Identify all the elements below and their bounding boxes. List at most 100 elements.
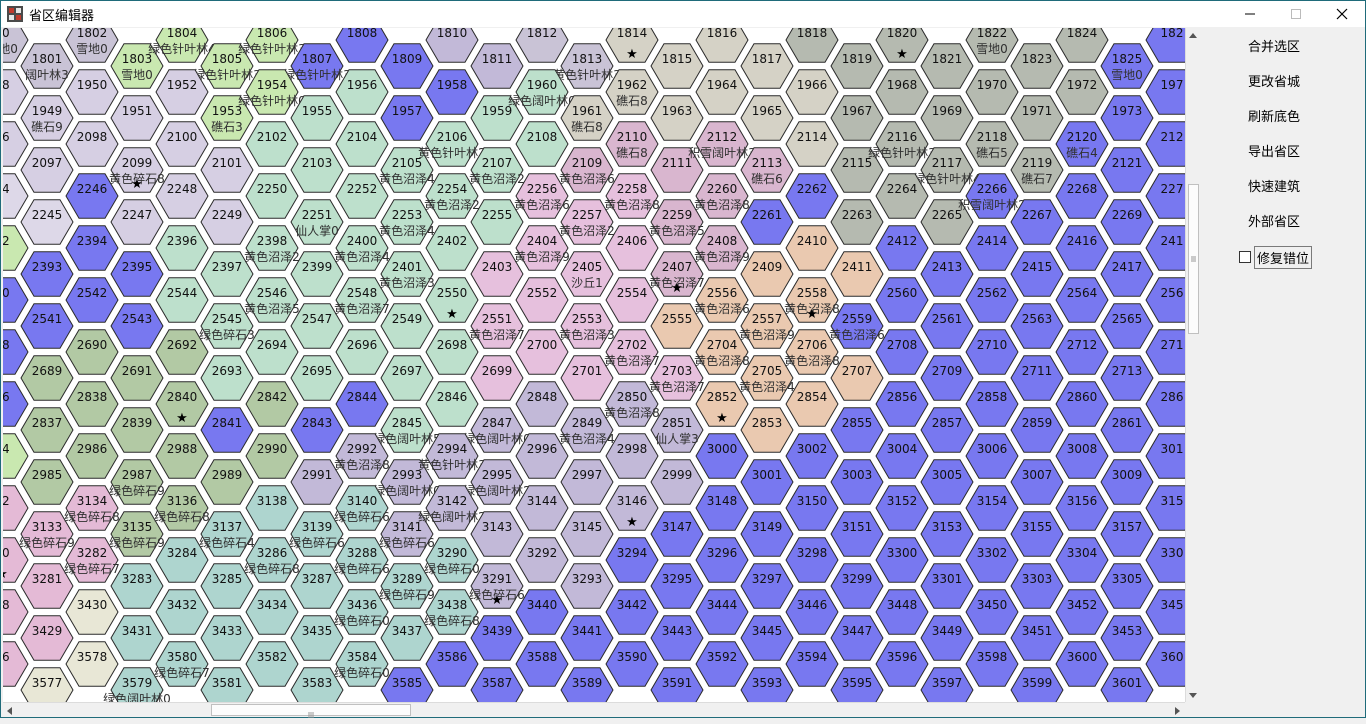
scroll-right-arrow-icon[interactable]	[1170, 703, 1184, 717]
external-province-button[interactable]: 外部省区	[1209, 209, 1339, 235]
hex-tile[interactable]: 2393	[20, 251, 74, 297]
hex-tile[interactable]: 2986	[65, 433, 119, 479]
hex-tile[interactable]: 3001	[740, 459, 794, 505]
hex-tile[interactable]: 2552	[515, 277, 569, 323]
hex-tile[interactable]: 3431	[110, 615, 164, 661]
hex-tile[interactable]: 3582	[245, 641, 299, 687]
hex-tile[interactable]: 3150	[785, 485, 839, 531]
hex-cell[interactable]	[1100, 407, 1154, 453]
hex-cell[interactable]	[110, 303, 164, 349]
hex-tile[interactable]: 1958	[425, 69, 479, 115]
hex-tile[interactable]: 2394	[65, 225, 119, 271]
hex-cell[interactable]	[1010, 615, 1064, 661]
hex-cell[interactable]	[1145, 381, 1185, 427]
hex-tile[interactable]: 2857	[920, 407, 974, 453]
hex-tile[interactable]: 3299	[830, 563, 884, 609]
hex-cell[interactable]	[200, 147, 254, 193]
hex-tile[interactable]: 2853	[740, 407, 794, 453]
hex-cell[interactable]	[650, 563, 704, 609]
hex-cell[interactable]	[1055, 381, 1109, 427]
hex-cell[interactable]	[560, 563, 614, 609]
horizontal-scrollbar[interactable]	[3, 702, 1185, 718]
hex-cell[interactable]	[200, 407, 254, 453]
merge-selection-button[interactable]: 合并选区	[1209, 34, 1339, 60]
hex-tile[interactable]: 3302	[965, 537, 1019, 583]
hex-tile[interactable]: 3152	[875, 485, 929, 531]
hex-tile[interactable]: 2837	[20, 407, 74, 453]
hex-tile[interactable]: 2097	[20, 147, 74, 193]
hex-cell[interactable]	[1100, 459, 1154, 505]
hex-cell[interactable]	[695, 433, 749, 479]
hex-tile[interactable]: 271	[1145, 329, 1185, 375]
hex-tile[interactable]: 1819	[830, 43, 884, 89]
hex-tile[interactable]: 3146 ★	[605, 485, 659, 531]
hex-tile[interactable]: 3292	[515, 537, 569, 583]
hex-cell[interactable]	[1010, 303, 1064, 349]
hex-tile[interactable]: 2861	[1100, 407, 1154, 453]
hex-tile[interactable]: 3429	[20, 615, 74, 661]
hex-cell[interactable]	[1055, 173, 1109, 219]
hex-tile[interactable]: 330	[1145, 537, 1185, 583]
hex-tile[interactable]: 286	[1145, 381, 1185, 427]
hex-cell[interactable]	[785, 69, 839, 115]
hex-cell[interactable]	[1145, 641, 1185, 687]
hex-tile[interactable]: 3294	[605, 537, 659, 583]
hex-cell[interactable]	[1145, 433, 1185, 479]
hex-tile[interactable]: 3301	[920, 563, 974, 609]
hex-tile[interactable]: 92	[3, 225, 29, 271]
hex-cell[interactable]	[20, 459, 74, 505]
hex-cell[interactable]	[515, 121, 569, 167]
hex-cell[interactable]	[875, 381, 929, 427]
hex-tile[interactable]: 3442	[605, 589, 659, 635]
hex-tile[interactable]: 345	[1145, 589, 1185, 635]
hex-cell[interactable]	[740, 615, 794, 661]
hex-cell[interactable]	[830, 43, 884, 89]
hex-tile[interactable]: 1811	[470, 43, 524, 89]
hex-cell[interactable]	[785, 173, 839, 219]
hex-tile[interactable]: 2553 黄色沼泽3	[559, 303, 615, 349]
hex-cell[interactable]	[245, 641, 299, 687]
hex-cell[interactable]	[65, 433, 119, 479]
hex-cell[interactable]	[200, 615, 254, 661]
hex-tile[interactable]: 1818	[785, 28, 839, 63]
hex-cell[interactable]	[425, 641, 479, 687]
hex-cell[interactable]	[830, 407, 884, 453]
hex-tile[interactable]: 2110礁石8	[605, 121, 659, 167]
hex-tile[interactable]: 2410	[785, 225, 839, 271]
hex-cell[interactable]	[1055, 485, 1109, 531]
hex-tile[interactable]: 2840 ★	[155, 381, 209, 427]
hex-cell[interactable]	[785, 121, 839, 167]
hex-tile[interactable]: 3156	[1055, 485, 1109, 531]
hex-tile[interactable]: 2116绿色针叶林3	[868, 121, 936, 167]
hex-tile[interactable]: 3443	[650, 615, 704, 661]
hex-tile[interactable]: 3298	[785, 537, 839, 583]
hex-tile[interactable]: 3434	[245, 589, 299, 635]
hex-cell[interactable]	[515, 641, 569, 687]
hex-cell[interactable]	[1055, 277, 1109, 323]
hex-cell[interactable]	[695, 641, 749, 687]
hex-tile[interactable]: 2987绿色碎石9	[109, 459, 165, 505]
hex-tile[interactable]: 197	[1145, 69, 1185, 115]
scroll-down-arrow-icon[interactable]	[1186, 687, 1200, 701]
hex-cell[interactable]	[65, 329, 119, 375]
hex-cell[interactable]	[1100, 199, 1154, 245]
hex-tile[interactable]: 3148	[695, 485, 749, 531]
hex-cell[interactable]	[155, 277, 209, 323]
hex-tile[interactable]: 2989	[200, 459, 254, 505]
hex-tile[interactable]: 3293	[560, 563, 614, 609]
hex-tile[interactable]: 2561	[920, 303, 974, 349]
hex-tile[interactable]: 2860	[1055, 381, 1109, 427]
hex-tile[interactable]: 227	[1145, 173, 1185, 219]
hex-tile[interactable]: 1825 雪地0	[1100, 43, 1154, 89]
hex-cell[interactable]	[3, 589, 29, 635]
hex-tile[interactable]: 3003	[830, 459, 884, 505]
hex-cell[interactable]	[20, 355, 74, 401]
hex-cell[interactable]	[920, 251, 974, 297]
hex-cell[interactable]	[1100, 615, 1154, 661]
hex-tile[interactable]: 3000	[695, 433, 749, 479]
hex-cell[interactable]	[875, 277, 929, 323]
hex-tile[interactable]: 3154	[965, 485, 1019, 531]
hex-cell[interactable]	[560, 511, 614, 557]
hex-cell[interactable]	[650, 511, 704, 557]
hex-cell[interactable]	[785, 485, 839, 531]
